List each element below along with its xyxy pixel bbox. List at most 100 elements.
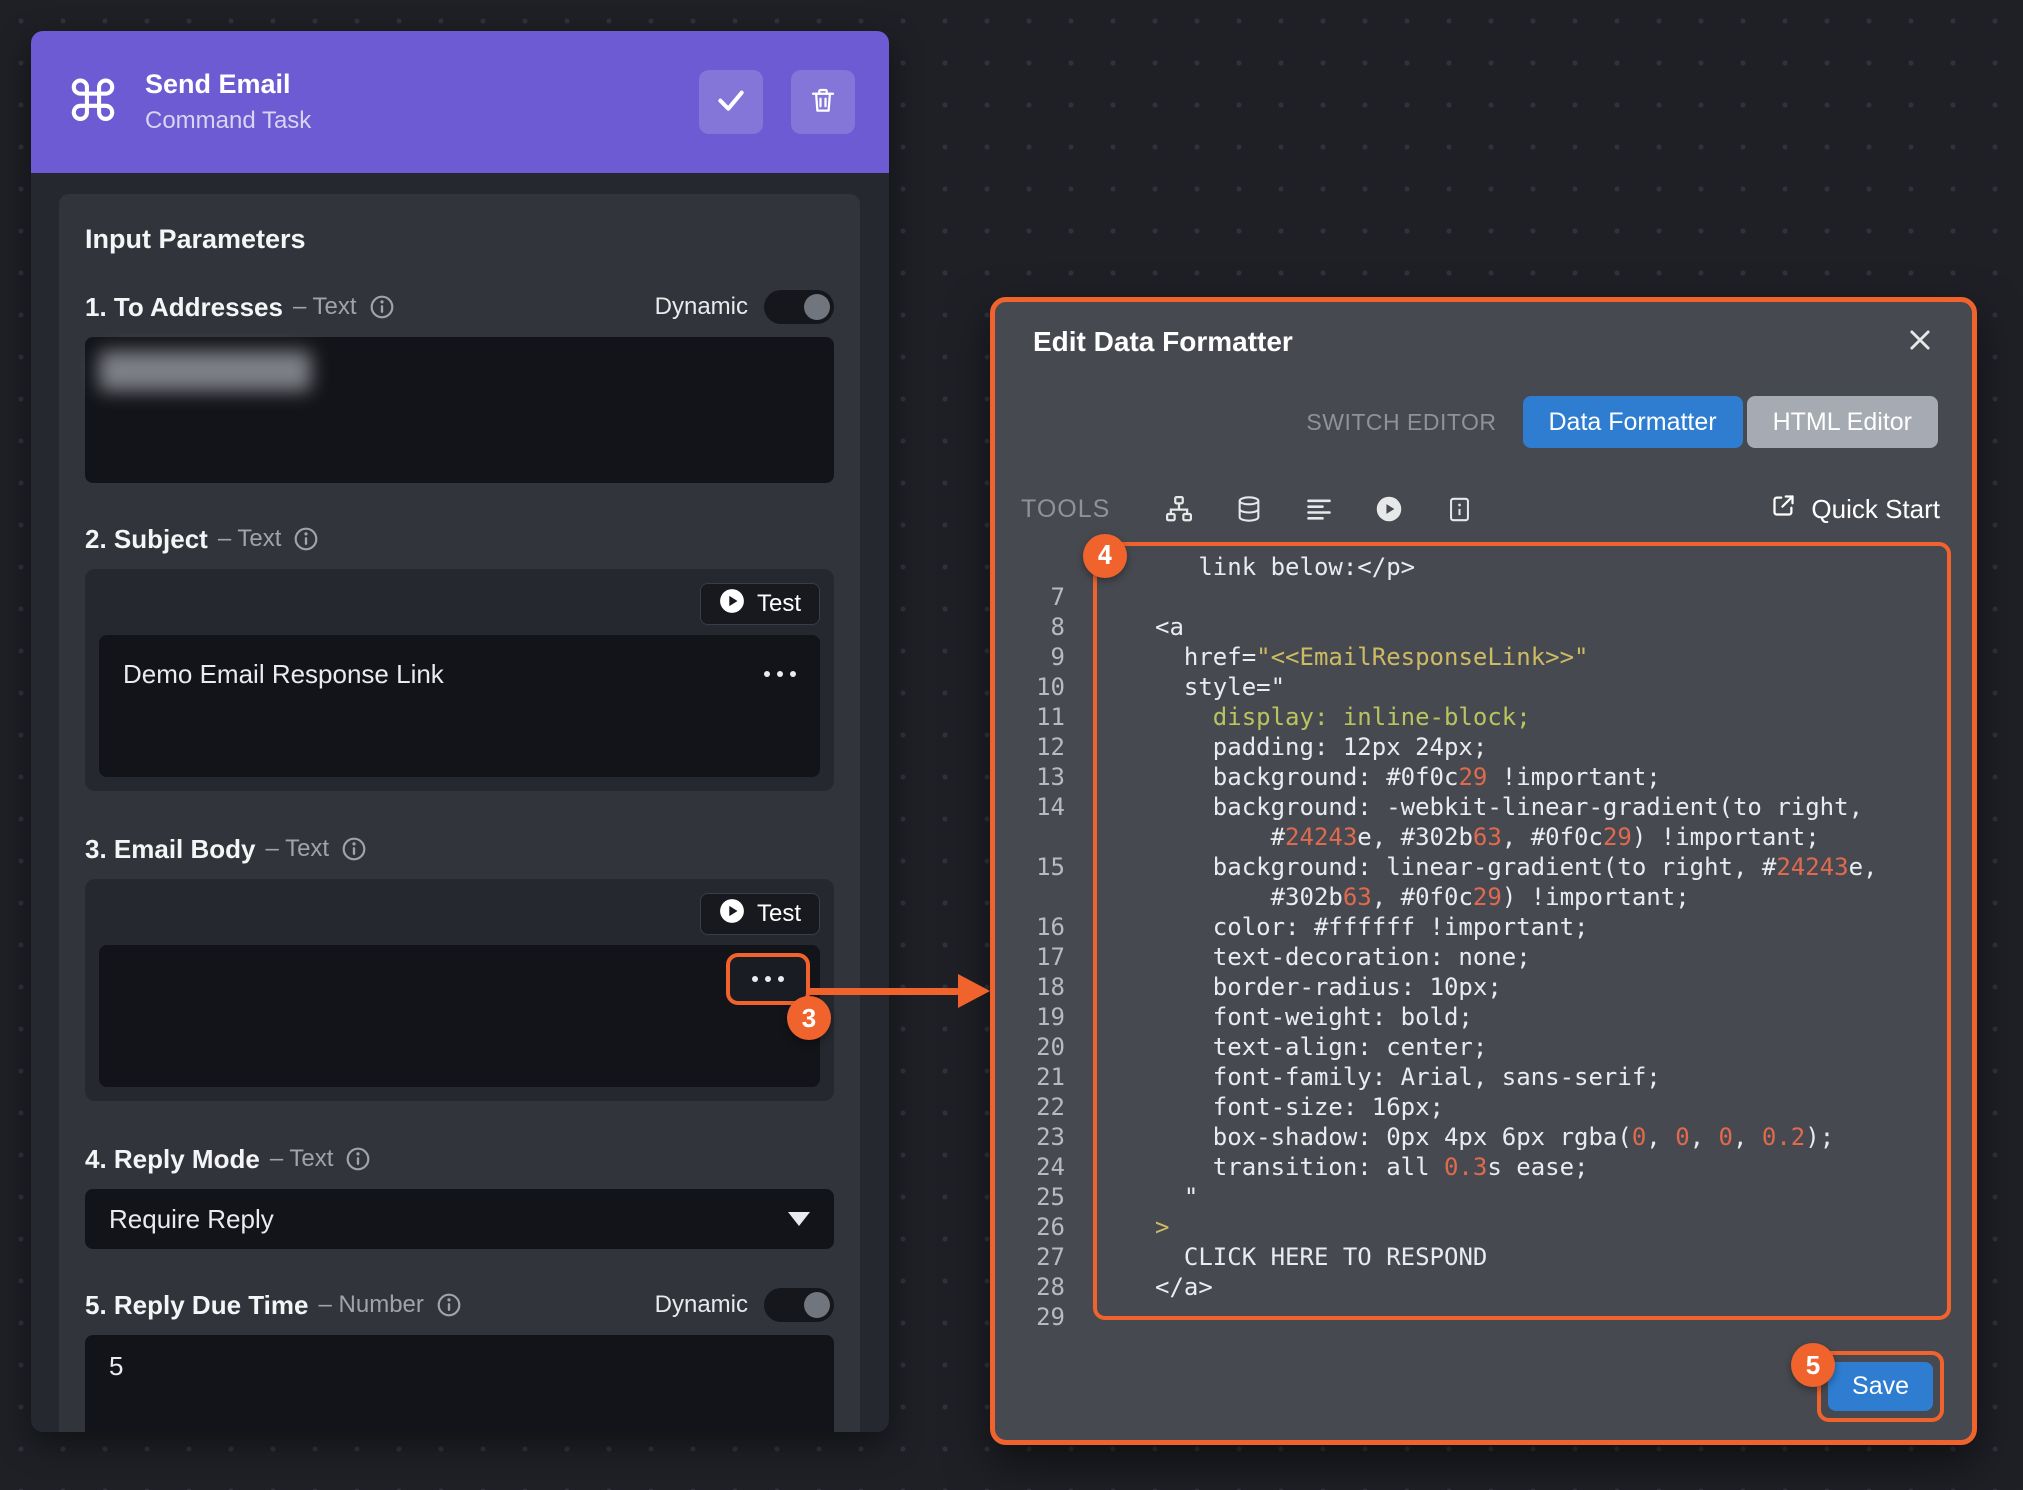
code-line[interactable]: 26> — [995, 1212, 1972, 1242]
code-line[interactable]: 21 font-family: Arial, sans-serif; — [995, 1062, 1972, 1092]
code-line[interactable]: 18 border-radius: 10px; — [995, 972, 1972, 1002]
play-circle-icon — [719, 898, 745, 931]
code-line-text[interactable]: font-size: 16px; — [1065, 1092, 1972, 1122]
info-icon[interactable] — [341, 836, 367, 862]
code-line-text[interactable]: CLICK HERE TO RESPOND — [1065, 1242, 1972, 1272]
reply-mode-label: 4. Reply Mode — [85, 1144, 260, 1175]
code-line-text[interactable]: </a> — [1065, 1272, 1972, 1302]
code-line-text[interactable]: > — [1065, 1212, 1972, 1242]
code-line-text[interactable]: background: #0f0c29 !important; — [1065, 762, 1972, 792]
code-line[interactable]: link below:</p> — [995, 552, 1972, 582]
subject-more-button[interactable] — [764, 671, 796, 677]
code-line-text[interactable]: font-family: Arial, sans-serif; — [1065, 1062, 1972, 1092]
subject-label-row: 2. Subject – Text — [85, 521, 834, 557]
code-line[interactable]: 27 CLICK HERE TO RESPOND — [995, 1242, 1972, 1272]
code-line[interactable]: 28</a> — [995, 1272, 1972, 1302]
arrow-line — [806, 988, 960, 995]
code-line-text[interactable] — [1065, 1302, 1972, 1332]
align-lines-icon[interactable] — [1302, 495, 1336, 523]
close-button[interactable] — [1906, 326, 1934, 359]
code-line[interactable]: 8<a — [995, 612, 1972, 642]
code-line-text[interactable]: link below:</p> — [1065, 552, 1972, 582]
to-addresses-textarea[interactable] — [85, 337, 834, 483]
to-addresses-label-row: 1. To Addresses – Text Dynamic — [85, 289, 834, 325]
ellipsis-icon — [764, 671, 770, 677]
code-line[interactable]: 9 href="<<EmailResponseLink>>" — [995, 642, 1972, 672]
play-circle-icon[interactable] — [1372, 495, 1406, 523]
code-line[interactable]: 19 font-weight: bold; — [995, 1002, 1972, 1032]
code-line[interactable]: 23 box-shadow: 0px 4px 6px rgba(0, 0, 0,… — [995, 1122, 1972, 1152]
tab-html-editor[interactable]: HTML Editor — [1747, 396, 1938, 448]
tab-data-formatter[interactable]: Data Formatter — [1523, 396, 1743, 448]
modal-header: Edit Data Formatter — [995, 302, 1972, 382]
code-line[interactable]: 17 text-decoration: none; — [995, 942, 1972, 972]
play-circle-icon — [719, 588, 745, 621]
modal-title: Edit Data Formatter — [1033, 326, 1293, 358]
email-body-more-button[interactable]: 3 — [726, 953, 810, 1005]
info-icon[interactable] — [293, 526, 319, 552]
code-line[interactable]: 11 display: inline-block; — [995, 702, 1972, 732]
code-line[interactable]: 29 — [995, 1302, 1972, 1332]
quick-start-button[interactable]: Quick Start — [1770, 492, 1940, 526]
email-body-test-label: Test — [757, 900, 801, 928]
code-line[interactable]: 15 background: linear-gradient(to right,… — [995, 852, 1972, 912]
email-body-textarea[interactable]: 3 — [99, 945, 820, 1087]
toggle-knob — [804, 1292, 830, 1318]
code-line-text[interactable]: text-align: center; — [1065, 1032, 1972, 1062]
delete-button[interactable] — [791, 70, 855, 134]
code-line[interactable]: 13 background: #0f0c29 !important; — [995, 762, 1972, 792]
trash-icon — [808, 85, 838, 120]
subject-label: 2. Subject — [85, 524, 208, 555]
reply-due-time-label-row: 5. Reply Due Time – Number Dynamic — [85, 1287, 834, 1323]
code-line-text[interactable]: <a — [1065, 612, 1972, 642]
code-line-text[interactable]: box-shadow: 0px 4px 6px rgba(0, 0, 0, 0.… — [1065, 1122, 1972, 1152]
code-line[interactable]: 16 color: #ffffff !important; — [995, 912, 1972, 942]
line-number: 26 — [995, 1212, 1065, 1242]
code-line[interactable]: 7 — [995, 582, 1972, 612]
code-line[interactable]: 20 text-align: center; — [995, 1032, 1972, 1062]
email-body-test-button[interactable]: Test — [700, 893, 820, 935]
line-number: 9 — [995, 642, 1065, 672]
subject-value-input[interactable]: Demo Email Response Link — [99, 635, 820, 777]
code-line-text[interactable]: font-weight: bold; — [1065, 1002, 1972, 1032]
code-line-text[interactable]: background: -webkit-linear-gradient(to r… — [1065, 792, 1972, 852]
code-line-text[interactable] — [1065, 582, 1972, 612]
code-line-text[interactable]: background: linear-gradient(to right, #2… — [1065, 852, 1972, 912]
document-info-icon[interactable] — [1442, 496, 1476, 523]
info-icon[interactable] — [345, 1146, 371, 1172]
save-button[interactable]: Save — [1828, 1362, 1933, 1411]
code-line-text[interactable]: display: inline-block; — [1065, 702, 1972, 732]
task-subtitle: Command Task — [145, 107, 675, 135]
code-line[interactable]: 10 style=" — [995, 672, 1972, 702]
code-line[interactable]: 24 transition: all 0.3s ease; — [995, 1152, 1972, 1182]
code-line-text[interactable]: padding: 12px 24px; — [1065, 732, 1972, 762]
line-number: 22 — [995, 1092, 1065, 1122]
confirm-button[interactable] — [699, 70, 763, 134]
info-icon[interactable] — [369, 294, 395, 320]
line-number: 11 — [995, 702, 1065, 732]
info-icon[interactable] — [436, 1292, 462, 1318]
code-line-text[interactable]: transition: all 0.3s ease; — [1065, 1152, 1972, 1182]
workflow-tree-icon[interactable] — [1162, 494, 1196, 524]
code-editor[interactable]: 4 link below:</p>7 8<a9 href="<<EmailRes… — [995, 542, 1972, 1332]
code-line-text[interactable]: text-decoration: none; — [1065, 942, 1972, 972]
reply-due-time-label: 5. Reply Due Time — [85, 1290, 309, 1321]
code-line[interactable]: 14 background: -webkit-linear-gradient(t… — [995, 792, 1972, 852]
code-line[interactable]: 25 " — [995, 1182, 1972, 1212]
code-line[interactable]: 22 font-size: 16px; — [995, 1092, 1972, 1122]
reply-due-time-type: – Number — [319, 1291, 424, 1319]
code-line-text[interactable]: style=" — [1065, 672, 1972, 702]
code-line-text[interactable]: color: #ffffff !important; — [1065, 912, 1972, 942]
dynamic-toggle[interactable] — [764, 290, 834, 324]
line-number — [995, 552, 1065, 582]
code-line-text[interactable]: border-radius: 10px; — [1065, 972, 1972, 1002]
code-line-text[interactable]: href="<<EmailResponseLink>>" — [1065, 642, 1972, 672]
subject-test-button[interactable]: Test — [700, 583, 820, 625]
send-email-task-panel: ⌘ Send Email Command Task Input Paramete… — [31, 31, 889, 1432]
code-line-text[interactable]: " — [1065, 1182, 1972, 1212]
reply-due-time-input[interactable]: 5 — [85, 1335, 834, 1432]
code-line[interactable]: 12 padding: 12px 24px; — [995, 732, 1972, 762]
dynamic-toggle[interactable] — [764, 1288, 834, 1322]
reply-mode-select[interactable]: Require Reply — [85, 1189, 834, 1249]
database-icon[interactable] — [1232, 495, 1266, 523]
